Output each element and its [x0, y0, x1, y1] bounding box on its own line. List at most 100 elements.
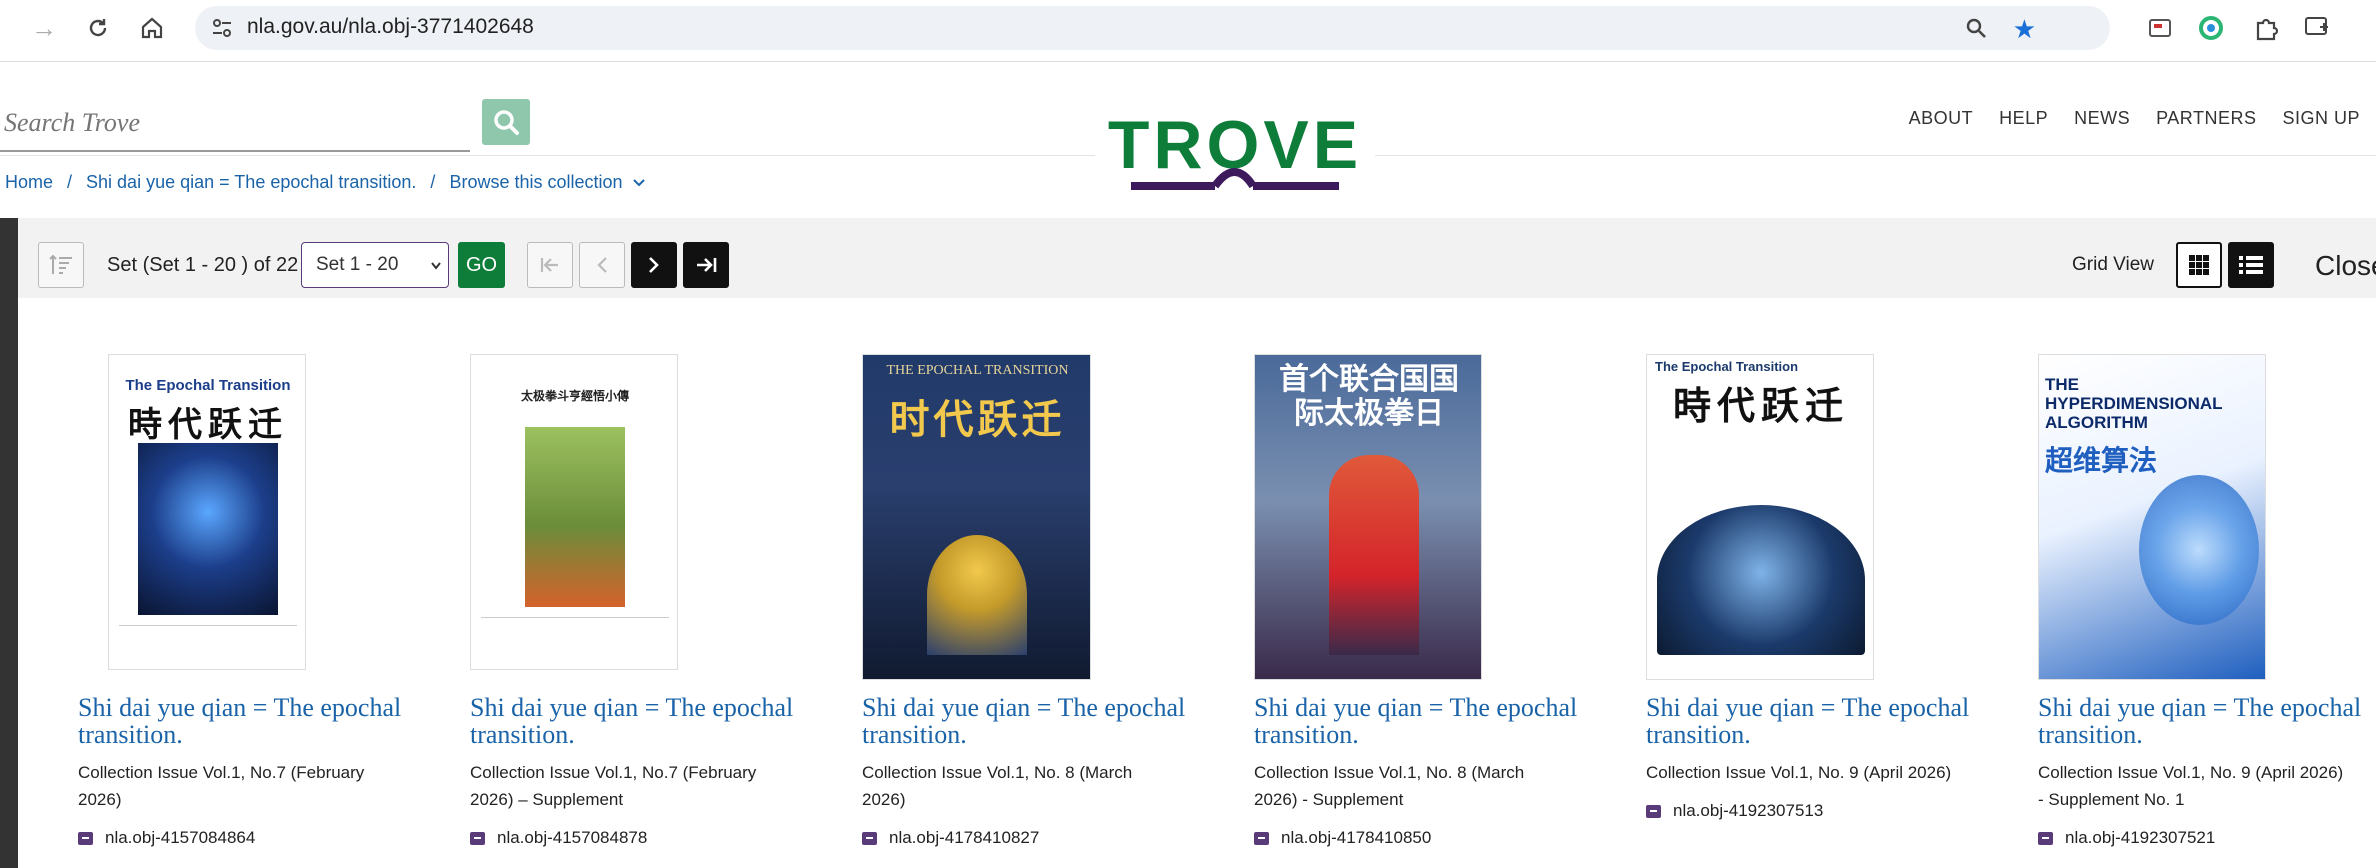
- chevron-left-icon: [597, 257, 607, 273]
- item-id-text: nla.obj-4178410850: [1281, 828, 1432, 847]
- cover-chinese-title: 時代跃迁: [1672, 386, 1849, 428]
- zoom-icon[interactable]: [1964, 16, 1988, 45]
- archive-box-icon: [1646, 804, 1661, 818]
- trove-logo[interactable]: TROVE: [1095, 96, 1375, 204]
- item-identifier: nla.obj-4192307513: [1646, 801, 1823, 821]
- viewer-toolbar: Set (Set 1 - 20 ) of 22 Set 1 - 20 GO Gr…: [18, 218, 2376, 298]
- cover-artwork: [1657, 505, 1865, 655]
- cover-artwork: [1329, 455, 1419, 655]
- item-identifier: nla.obj-4178410850: [1254, 828, 1431, 848]
- sort-icon: [49, 254, 72, 274]
- item-subtitle: Collection Issue Vol.1, No. 8 (March 202…: [1254, 763, 1525, 809]
- list-icon: [2239, 256, 2263, 274]
- item-subtitle: Collection Issue Vol.1, No. 8 (March 202…: [862, 763, 1133, 809]
- nav-sign-up[interactable]: SIGN UP: [2282, 108, 2360, 129]
- cover-thumbnail[interactable]: The Epochal Transition 時代跃迁: [1646, 354, 1874, 680]
- breadcrumb-browse[interactable]: Browse this collection: [449, 172, 645, 193]
- cover-chinese-title: 太极拳斗亨經悟小傳: [520, 389, 629, 403]
- forward-icon[interactable]: →: [26, 10, 62, 46]
- cover-chinese-title: 超维算法: [2045, 445, 2158, 476]
- cover-artwork: [2139, 475, 2259, 625]
- item-id-text: nla.obj-4192307513: [1673, 801, 1824, 820]
- item-title[interactable]: Shi dai yue qian = The epochal transitio…: [78, 694, 408, 748]
- nav-partners[interactable]: PARTNERS: [2156, 108, 2256, 129]
- item-subtitle: Collection Issue Vol.1, No.7 (February 2…: [78, 763, 365, 809]
- cover-footer: [119, 625, 297, 665]
- item-identifier: nla.obj-4192307521: [2038, 828, 2215, 848]
- view-mode-label: Grid View: [2072, 254, 2155, 275]
- item-identifier: nla.obj-4178410827: [862, 828, 1039, 848]
- breadcrumb-browse-label: Browse this collection: [449, 172, 623, 192]
- chevron-down-icon: [632, 179, 645, 187]
- cover-artwork: [927, 535, 1027, 655]
- item-title[interactable]: Shi dai yue qian = The epochal transitio…: [2038, 694, 2368, 748]
- cover-chinese-title: 時代跃迁: [128, 406, 288, 444]
- cover-caption: THE EPOCHAL TRANSITION: [886, 363, 1069, 378]
- first-page-button[interactable]: [527, 242, 573, 288]
- url-text[interactable]: nla.gov.au/nla.obj-3771402648: [247, 15, 534, 39]
- item-identifier: nla.obj-4157084878: [470, 828, 647, 848]
- breadcrumb-collection[interactable]: Shi dai yue qian = The epochal transitio…: [86, 172, 416, 193]
- home-icon[interactable]: [134, 10, 170, 46]
- cover-caption: The Epochal Transition: [125, 377, 291, 394]
- cover-thumbnail[interactable]: 首个联合国国际太极拳日: [1254, 354, 1482, 680]
- browser-toolbar: → nla.gov.au/nla.obj-3771402648 ★: [0, 0, 2376, 62]
- trove-logo-mark: TROVE: [1108, 107, 1358, 190]
- item-id-text: nla.obj-4157084864: [105, 828, 256, 847]
- nav-news[interactable]: NEWS: [2074, 108, 2130, 129]
- cover-artwork: [138, 443, 278, 615]
- archive-box-icon: [470, 831, 485, 845]
- item-subtitle: Collection Issue Vol.1, No. 9 (April 202…: [2038, 763, 2344, 809]
- item-title[interactable]: Shi dai yue qian = The epochal transitio…: [1254, 694, 1584, 748]
- set-select[interactable]: Set 1 - 20: [301, 242, 449, 288]
- site-info-icon[interactable]: [211, 17, 233, 44]
- reader-mode-icon[interactable]: [2148, 17, 2172, 44]
- cover-chinese-title: 首个联合国国际太极拳日: [1279, 363, 1459, 430]
- cover-chinese-title: 时代跃迁: [889, 398, 1066, 442]
- item-id-text: nla.obj-4157084878: [497, 828, 648, 847]
- search-input[interactable]: [0, 96, 470, 152]
- list-view-button[interactable]: [2228, 242, 2274, 288]
- address-bar[interactable]: nla.gov.au/nla.obj-3771402648 ★: [195, 6, 2110, 50]
- bookmark-star-icon[interactable]: ★: [2013, 14, 2036, 45]
- last-page-icon: [697, 258, 717, 272]
- cover-artwork: [525, 427, 625, 607]
- previous-page-button[interactable]: [579, 242, 625, 288]
- grid-icon: [2189, 255, 2209, 275]
- extension-sync-icon[interactable]: [2198, 15, 2224, 46]
- cover-thumbnail[interactable]: The Epochal Transition 時代跃迁: [108, 354, 306, 670]
- close-button[interactable]: Close: [2315, 250, 2376, 282]
- tab-groups-icon[interactable]: [2304, 15, 2330, 44]
- cover-thumbnail[interactable]: THE EPOCHAL TRANSITION 时代跃迁: [862, 354, 1091, 680]
- breadcrumb-separator: /: [67, 172, 73, 192]
- chevron-right-icon: [649, 257, 659, 273]
- nav-about[interactable]: ABOUT: [1909, 108, 1974, 129]
- item-id-text: nla.obj-4178410827: [889, 828, 1040, 847]
- reload-icon[interactable]: [80, 10, 116, 46]
- archive-box-icon: [78, 831, 93, 845]
- cover-thumbnail[interactable]: THE HYPERDIMENSIONAL ALGORITHM 超维算法: [2038, 354, 2266, 680]
- cover-thumbnail[interactable]: 太极拳斗亨經悟小傳: [470, 354, 678, 670]
- chevron-down-icon: [431, 262, 441, 270]
- extensions-puzzle-icon[interactable]: [2253, 15, 2279, 46]
- item-title[interactable]: Shi dai yue qian = The epochal transitio…: [470, 694, 800, 748]
- cover-footer: [481, 617, 669, 663]
- item-title[interactable]: Shi dai yue qian = The epochal transitio…: [862, 694, 1192, 748]
- item-subtitle: Collection Issue Vol.1, No. 9 (April 202…: [1646, 763, 1952, 782]
- item-identifier: nla.obj-4157084864: [78, 828, 255, 848]
- archive-box-icon: [1254, 831, 1269, 845]
- site-header: TROVE ABOUT HELP NEWS PARTNERS SIGN UP: [0, 62, 2376, 204]
- next-page-button[interactable]: [631, 242, 677, 288]
- sort-button[interactable]: [38, 242, 84, 288]
- last-page-button[interactable]: [683, 242, 729, 288]
- first-page-icon: [540, 258, 558, 272]
- search-button[interactable]: [482, 99, 530, 145]
- grid-view-button[interactable]: [2176, 242, 2222, 288]
- breadcrumb-home[interactable]: Home: [5, 172, 53, 193]
- go-button[interactable]: GO: [458, 242, 505, 288]
- nav-help[interactable]: HELP: [1999, 108, 2048, 129]
- cover-caption: The Epochal Transition: [1655, 359, 1799, 374]
- item-id-text: nla.obj-4192307521: [2065, 828, 2216, 847]
- breadcrumb: Home / Shi dai yue qian = The epochal tr…: [5, 172, 646, 193]
- item-title[interactable]: Shi dai yue qian = The epochal transitio…: [1646, 694, 1976, 748]
